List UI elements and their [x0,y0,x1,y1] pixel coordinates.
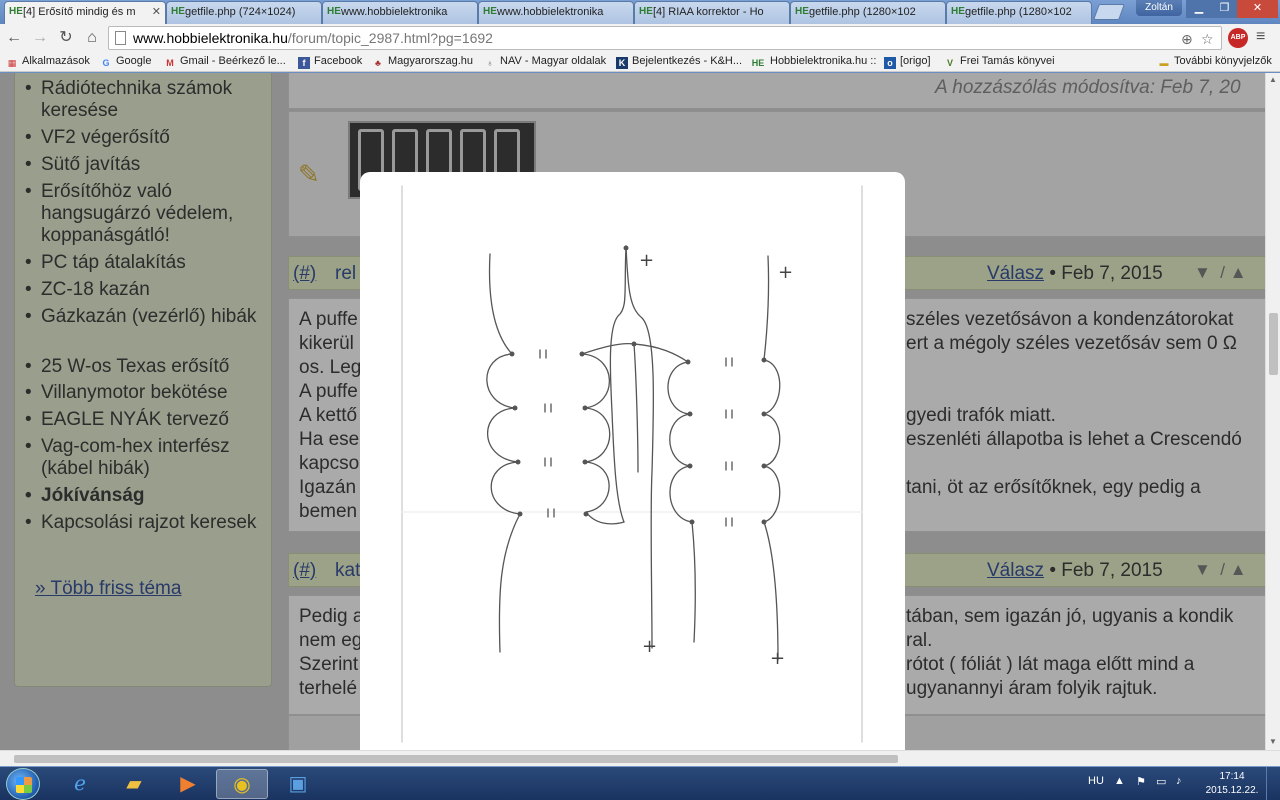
site-icon: ♁ [486,58,494,68]
tab-0[interactable]: HE [4] Erősítő mindig és m ✕ [4,1,166,25]
bookmark-other[interactable]: ▬ További könyvjelzők [1158,55,1272,69]
back-icon[interactable]: ← [4,28,24,48]
terminal-label: + [639,250,654,271]
site-icon: V [946,58,953,68]
browser-toolbar: ← → ↻ ⌂ www.hobbielektronika.hu/forum/to… [0,24,1280,52]
tab-5[interactable]: HE getfile.php (1280×102 [790,1,946,24]
tab-2[interactable]: HE www.hobbielektronika [322,1,478,24]
bookmark-hobbielektronika[interactable]: HE Hobbielektronika.hu :: [750,55,877,69]
media-player-icon[interactable]: ▶ [162,769,214,799]
he-favicon-icon: HE [171,6,185,17]
scroll-thumb[interactable] [1269,313,1278,375]
bookmark-magyarorszag[interactable]: ♣ Magyarorszag.hu [372,55,473,69]
he-favicon-icon: HE [951,6,965,17]
close-window-button[interactable]: ✕ [1237,0,1278,18]
folder-icon: ▬ [1159,58,1169,68]
bookmark-frei[interactable]: V Frei Tamás könyvei [944,55,1055,69]
site-icon: ♣ [375,58,381,68]
ie-icon[interactable]: ℯ [54,769,106,799]
he-icon: HE [751,58,765,68]
clock-time: 17:14 [1219,771,1245,782]
facebook-icon: f [298,57,310,69]
bookmark-google[interactable]: G Google [100,55,151,69]
terminal-label: + [778,262,793,283]
tab-title: getfile.php (724×1024) [185,6,296,18]
bookmark-origo[interactable]: o [origo] [884,55,931,69]
tab-title: getfile.php (1280×102 [809,6,916,18]
tab-3[interactable]: HE www.hobbielektronika [478,1,634,24]
tab-title: www.hobbielektronika [497,6,604,18]
bookmark-kh[interactable]: K Bejelentkezés - K&H... [616,55,742,69]
zoom-icon[interactable]: ⊕ [1181,31,1193,48]
tab-title: [4] Erősítő mindig és m [23,6,136,18]
tab-title: www.hobbielektronika [341,6,448,18]
action-center-icon[interactable]: ⚑ [1136,775,1146,788]
minimize-button[interactable]: ▁ [1186,0,1212,18]
he-favicon-icon: HE [483,6,497,17]
bookmarks-bar: ▦ Alkalmazások G Google M Gmail - Beérkező … [0,52,1280,72]
terminal-label: + [642,636,657,657]
bookmark-facebook[interactable]: f Facebook [298,55,362,69]
page-icon [115,31,126,45]
bookmark-star-icon[interactable]: ☆ [1201,31,1214,48]
scroll-up-icon[interactable]: ▲ [1269,75,1277,84]
network-icon[interactable]: ▭ [1156,775,1166,788]
he-favicon-icon: HE [639,6,653,17]
tab-close-icon[interactable]: ✕ [152,5,161,18]
he-favicon-icon: HE [9,6,23,17]
start-button[interactable] [6,768,40,800]
junction-dots [509,245,767,525]
explorer-icon[interactable]: ▰ [108,769,160,799]
chrome-icon[interactable]: ◉ [216,769,268,799]
show-desktop-button[interactable] [1266,767,1280,800]
window-titlebar: HE [4] Erősítő mindig és m ✕ HE getfile.… [0,0,1280,25]
new-tab-button[interactable] [1093,4,1125,20]
tray-expand-icon[interactable]: ▲ [1114,775,1125,787]
bookmark-nav[interactable]: ♁ NAV - Magyar oldalak [484,55,607,69]
apps-icon: ▦ [7,58,17,68]
url-host: www.hobbielektronika.hu [133,30,288,46]
gmail-icon: M [166,58,174,68]
clock-date: 2015.12.22. [1205,785,1259,796]
tab-6[interactable]: HE getfile.php (1280×102 [946,1,1092,24]
tab-1[interactable]: HE getfile.php (724×1024) [166,1,322,24]
vertical-scrollbar[interactable]: ▲ ▼ [1265,73,1280,750]
site-icon: K [616,57,628,69]
reload-icon[interactable]: ↻ [56,28,76,48]
clock[interactable]: 17:14 2015.12.22. [1204,770,1260,798]
language-indicator[interactable]: HU [1088,775,1104,787]
forward-icon[interactable]: → [30,28,50,48]
tab-title: getfile.php (1280×102 [965,6,1072,18]
image-lightbox[interactable]: + + + + [360,172,905,750]
bookmark-gmail[interactable]: M Gmail - Beérkező le... [164,55,286,69]
origo-icon: o [884,57,896,69]
he-favicon-icon: HE [795,6,809,17]
terminal-label: + [770,648,785,669]
schematic-sketch-image: + + + + [401,185,863,743]
windows-logo-icon [16,777,32,793]
bookmark-apps[interactable]: ▦ Alkalmazások [6,55,90,69]
volume-icon[interactable]: ♪ [1176,775,1182,787]
taskbar: ℯ ▰ ▶ ◉ ▣ HU ▲ ⚑ ▭ ♪ 17:14 2015.12.22. [0,766,1280,800]
url-path: /forum/topic_2987.html?pg=1692 [287,30,493,46]
save-disk-icon[interactable]: ▣ [272,769,324,799]
tab-title: [4] RIAA korrektor - Ho [653,6,764,18]
profile-button[interactable]: Zoltán [1136,0,1182,16]
scroll-thumb[interactable] [14,755,898,763]
tab-4[interactable]: HE [4] RIAA korrektor - Ho [634,1,790,24]
he-favicon-icon: HE [327,6,341,17]
address-bar[interactable]: www.hobbielektronika.hu/forum/topic_2987… [108,26,1222,50]
maximize-button[interactable]: ❐ [1212,0,1237,18]
home-icon[interactable]: ⌂ [82,28,102,48]
scroll-down-icon[interactable]: ▼ [1269,737,1277,746]
horizontal-scrollbar[interactable] [0,750,1280,766]
menu-icon[interactable]: ≡ [1256,28,1265,46]
google-icon: G [102,58,110,68]
adblock-icon[interactable]: ABP [1228,28,1248,48]
